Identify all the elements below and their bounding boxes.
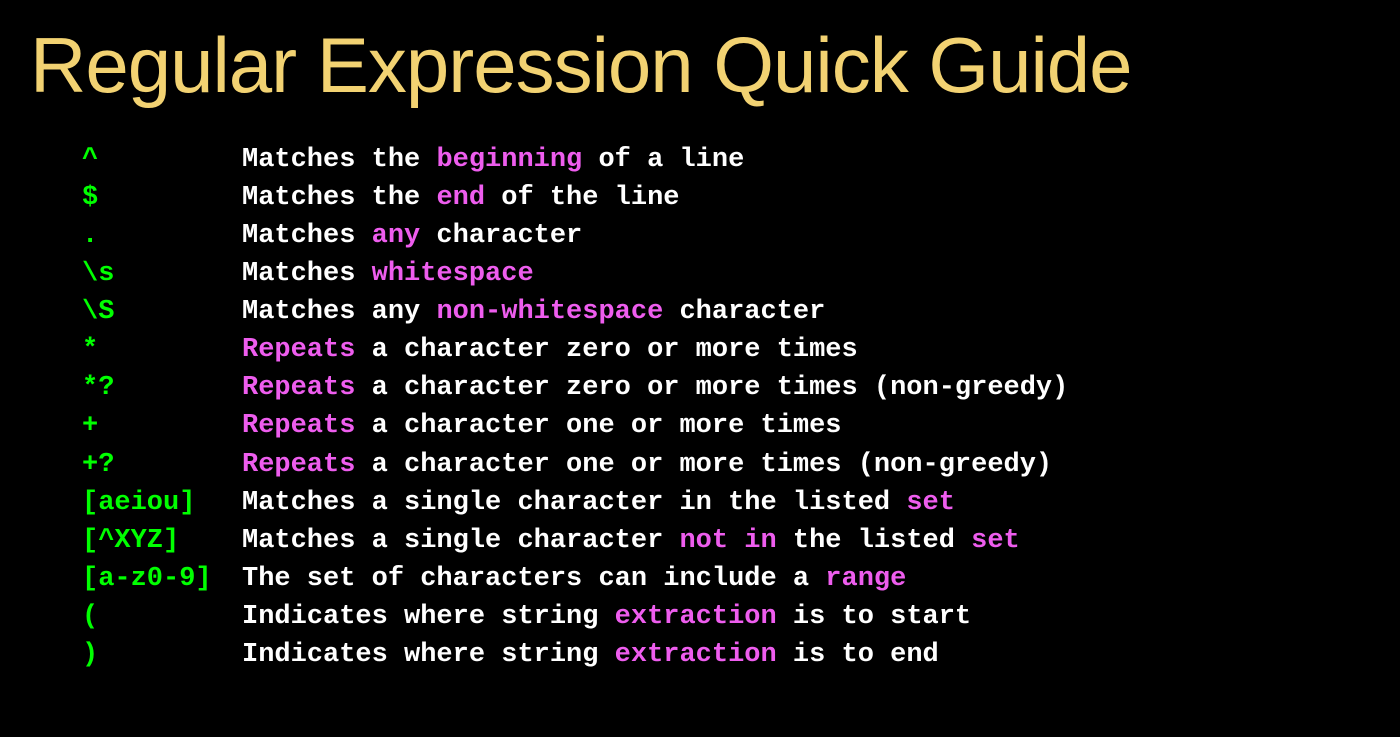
regex-description: Matches any non-whitespace character [242,293,825,331]
regex-description: Matches a single character in the listed… [242,484,955,522]
regex-symbol: . [82,217,242,255]
table-row: $Matches the end of the line [82,179,1400,217]
highlight-text: set [906,488,955,518]
regex-symbol: \s [82,255,242,293]
description-text: Matches the [242,183,436,213]
table-row: \sMatches whitespace [82,255,1400,293]
regex-symbol: + [82,407,242,445]
description-text: a character zero or more times (non-gree… [355,373,1068,403]
highlight-text: whitespace [372,259,534,289]
description-text: Indicates where string [242,602,615,632]
highlight-text: Repeats [242,373,355,403]
description-text: Matches the [242,145,436,175]
table-row: [^XYZ]Matches a single character not in … [82,522,1400,560]
description-text: Matches any [242,297,436,327]
table-row: .Matches any character [82,217,1400,255]
regex-symbol: [^XYZ] [82,522,242,560]
regex-description: Matches a single character not in the li… [242,522,1020,560]
description-text: Matches a single character in the listed [242,488,906,518]
regex-symbol: ( [82,598,242,636]
table-row: )Indicates where string extraction is to… [82,636,1400,674]
description-text: a character one or more times (non-greed… [355,450,1052,480]
table-row: [aeiou]Matches a single character in the… [82,484,1400,522]
highlight-text: extraction [615,640,777,670]
description-text: character [663,297,825,327]
regex-description: Repeats a character one or more times (n… [242,446,1052,484]
table-row: +?Repeats a character one or more times … [82,446,1400,484]
regex-description: Matches the beginning of a line [242,141,744,179]
regex-table: ^Matches the beginning of a line$Matches… [82,141,1400,674]
description-text: is to end [777,640,939,670]
description-text: Matches a single character [242,526,679,556]
regex-description: The set of characters can include a rang… [242,560,906,598]
regex-description: Matches the end of the line [242,179,679,217]
highlight-text: not in [679,526,776,556]
highlight-text: end [436,183,485,213]
regex-description: Repeats a character zero or more times [242,331,858,369]
table-row: \SMatches any non-whitespace character [82,293,1400,331]
highlight-text: extraction [615,602,777,632]
description-text: is to start [777,602,971,632]
slide: Regular Expression Quick Guide ^Matches … [0,0,1400,737]
highlight-text: any [372,221,421,251]
regex-description: Indicates where string extraction is to … [242,598,971,636]
table-row: *Repeats a character zero or more times [82,331,1400,369]
slide-title: Regular Expression Quick Guide [30,20,1400,111]
highlight-text: range [825,564,906,594]
regex-description: Matches any character [242,217,582,255]
regex-description: Matches whitespace [242,255,534,293]
description-text: Matches [242,259,372,289]
regex-symbol: [a-z0-9] [82,560,242,598]
regex-symbol: $ [82,179,242,217]
table-row: (Indicates where string extraction is to… [82,598,1400,636]
description-text: a character zero or more times [355,335,857,365]
description-text: a character one or more times [355,411,841,441]
description-text: of the line [485,183,679,213]
table-row: +Repeats a character one or more times [82,407,1400,445]
highlight-text: set [971,526,1020,556]
regex-description: Indicates where string extraction is to … [242,636,939,674]
highlight-text: beginning [436,145,582,175]
description-text: Indicates where string [242,640,615,670]
regex-description: Repeats a character zero or more times (… [242,369,1068,407]
highlight-text: Repeats [242,411,355,441]
regex-symbol: [aeiou] [82,484,242,522]
description-text: Matches [242,221,372,251]
regex-symbol: *? [82,369,242,407]
table-row: [a-z0-9]The set of characters can includ… [82,560,1400,598]
highlight-text: Repeats [242,450,355,480]
description-text: The set of characters can include a [242,564,825,594]
table-row: ^Matches the beginning of a line [82,141,1400,179]
description-text: character [420,221,582,251]
regex-symbol: ) [82,636,242,674]
regex-symbol: * [82,331,242,369]
highlight-text: non-whitespace [436,297,663,327]
regex-symbol: +? [82,446,242,484]
highlight-text: Repeats [242,335,355,365]
regex-description: Repeats a character one or more times [242,407,842,445]
description-text: the listed [777,526,971,556]
regex-symbol: \S [82,293,242,331]
description-text: of a line [582,145,744,175]
table-row: *?Repeats a character zero or more times… [82,369,1400,407]
regex-symbol: ^ [82,141,242,179]
